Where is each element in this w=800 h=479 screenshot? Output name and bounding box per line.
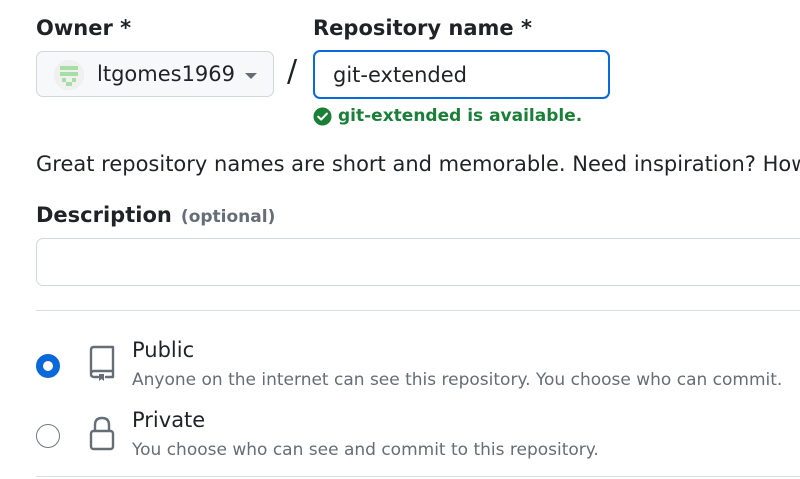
repository-name-input[interactable]	[313, 50, 610, 99]
create-repository-form: Owner * ltgomes1969 / Repository name * …	[0, 0, 800, 479]
repository-name-label: Repository name *	[313, 16, 532, 40]
lock-icon	[89, 416, 115, 451]
description-input[interactable]	[36, 238, 800, 286]
owner-label: Owner *	[36, 16, 132, 40]
divider	[36, 476, 800, 477]
availability-message: git-extended is available.	[313, 106, 582, 126]
owner-selected-value: ltgomes1969	[97, 62, 236, 86]
availability-text: git-extended is available.	[338, 106, 583, 126]
owner-repo-separator: /	[287, 54, 298, 89]
divider	[36, 310, 800, 311]
naming-hint: Great repository names are short and mem…	[36, 152, 800, 176]
optional-tag: (optional)	[180, 207, 276, 227]
owner-dropdown[interactable]: ltgomes1969	[36, 51, 274, 97]
public-title: Public	[132, 338, 195, 362]
public-description: Anyone on the internet can see this repo…	[132, 370, 783, 390]
private-title: Private	[132, 408, 206, 432]
visibility-option-public[interactable]: Public Anyone on the internet can see th…	[36, 336, 800, 396]
private-description: You choose who can see and commit to thi…	[132, 440, 599, 460]
description-label: Description (optional)	[36, 203, 275, 227]
avatar	[54, 60, 84, 90]
repo-icon	[89, 345, 115, 381]
private-radio[interactable]	[36, 424, 60, 448]
visibility-option-private[interactable]: Private You choose who can see and commi…	[36, 406, 800, 466]
public-radio[interactable]	[36, 354, 60, 378]
description-label-text: Description	[36, 203, 172, 227]
check-circle-icon	[313, 106, 332, 126]
caret-down-icon	[245, 73, 257, 79]
